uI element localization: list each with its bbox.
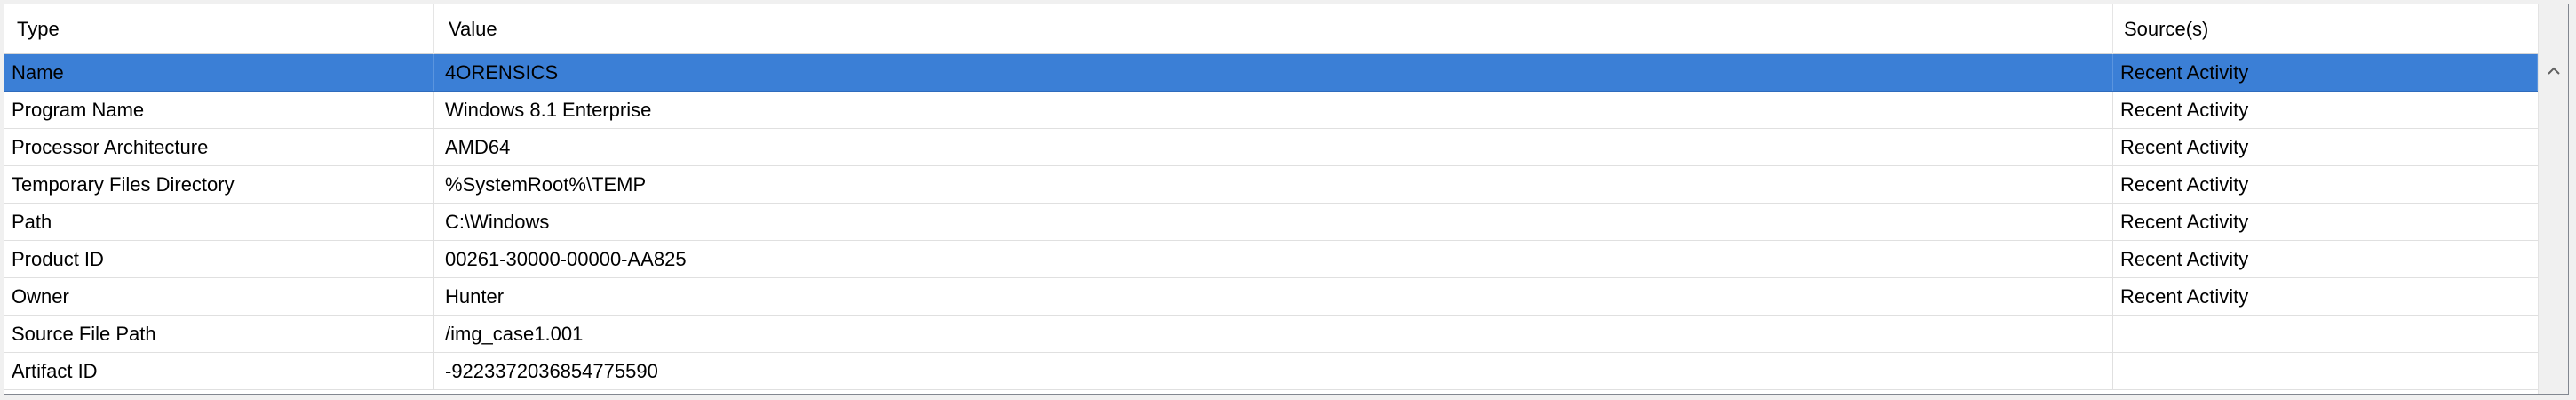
chevron-up-icon bbox=[2547, 64, 2561, 80]
source-cell: Recent Activity bbox=[2120, 248, 2249, 270]
table-header: Type Value Source(s) bbox=[4, 4, 2538, 54]
table-row[interactable]: Source File Path /img_case1.001 bbox=[4, 316, 2538, 353]
source-cell bbox=[2113, 353, 2538, 389]
column-header-sources[interactable]: Source(s) bbox=[2113, 4, 2538, 54]
value-cell: %SystemRoot%\TEMP bbox=[434, 166, 2113, 203]
value-cell: C:\Windows bbox=[434, 204, 2113, 240]
source-cell: Recent Activity bbox=[2120, 211, 2249, 233]
type-cell: Temporary Files Directory bbox=[4, 166, 434, 203]
type-cell: Owner bbox=[4, 278, 434, 315]
table-row[interactable]: Path C:\Windows Recent Activity bbox=[4, 204, 2538, 241]
value-cell: Windows 8.1 Enterprise bbox=[434, 92, 2113, 128]
table-row[interactable]: Product ID 00261-30000-00000-AA825 Recen… bbox=[4, 241, 2538, 278]
table-row[interactable]: Artifact ID -9223372036854775590 bbox=[4, 353, 2538, 390]
source-cell: Recent Activity bbox=[2113, 54, 2538, 91]
value-cell: /img_case1.001 bbox=[434, 316, 2113, 352]
results-table: Type Value Source(s) Name 4ORENSICS Rece… bbox=[4, 4, 2569, 395]
type-cell: Processor Architecture bbox=[4, 129, 434, 165]
value-cell: -9223372036854775590 bbox=[434, 353, 2113, 389]
type-cell: Artifact ID bbox=[4, 353, 434, 389]
value-cell: AMD64 bbox=[434, 129, 2113, 165]
source-cell: Recent Activity bbox=[2120, 136, 2249, 158]
column-header-value[interactable]: Value bbox=[434, 4, 2113, 54]
value-cell: 4ORENSICS bbox=[434, 54, 2113, 91]
table-row[interactable]: Name 4ORENSICS Recent Activity bbox=[4, 54, 2538, 92]
type-cell: Product ID bbox=[4, 241, 434, 277]
table-row[interactable]: Processor Architecture AMD64 Recent Acti… bbox=[4, 129, 2538, 166]
value-cell: Hunter bbox=[434, 278, 2113, 315]
type-cell: Program Name bbox=[4, 92, 434, 128]
column-header-type[interactable]: Type bbox=[4, 4, 434, 54]
vertical-scrollbar[interactable] bbox=[2538, 4, 2568, 394]
table-row[interactable]: Program Name Windows 8.1 Enterprise Rece… bbox=[4, 92, 2538, 129]
source-cell: Recent Activity bbox=[2120, 99, 2249, 121]
source-cell: Recent Activity bbox=[2120, 173, 2249, 196]
table-body: Name 4ORENSICS Recent Activity Program N… bbox=[4, 54, 2538, 390]
source-cell: Recent Activity bbox=[2120, 285, 2249, 308]
value-cell: 00261-30000-00000-AA825 bbox=[434, 241, 2113, 277]
scroll-up-button[interactable] bbox=[2539, 54, 2569, 90]
type-cell: Name bbox=[4, 54, 434, 91]
type-cell: Source File Path bbox=[4, 316, 434, 352]
table-row[interactable]: Owner Hunter Recent Activity bbox=[4, 278, 2538, 316]
source-cell bbox=[2113, 316, 2538, 352]
type-cell: Path bbox=[4, 204, 434, 240]
table-row[interactable]: Temporary Files Directory %SystemRoot%\T… bbox=[4, 166, 2538, 204]
